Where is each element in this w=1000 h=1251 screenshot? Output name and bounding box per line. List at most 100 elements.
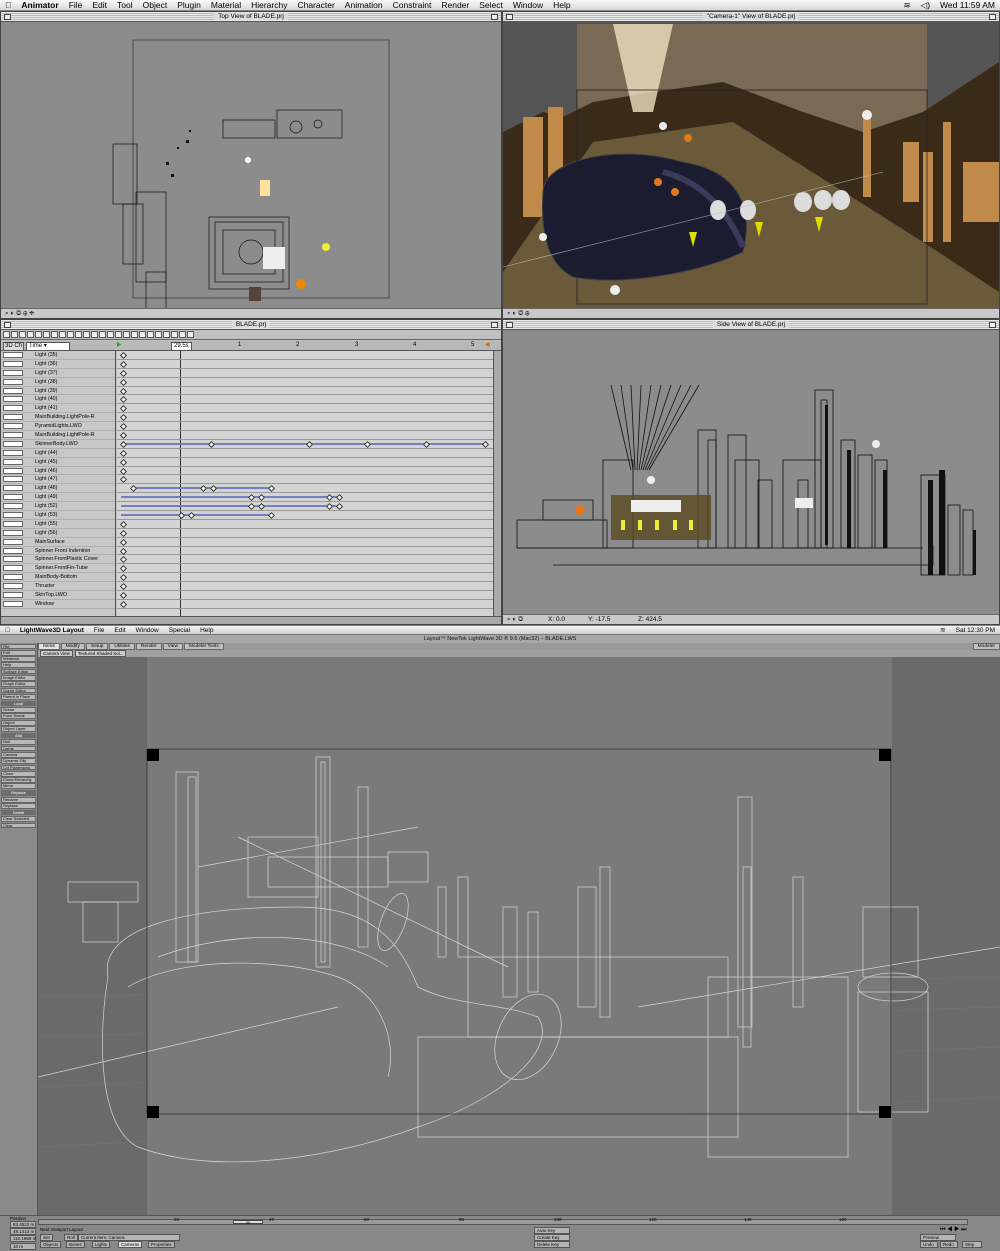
menu-select[interactable]: Select <box>474 0 508 10</box>
sidebar-button-edit[interactable]: Edit <box>1 649 36 656</box>
lw-menu-edit[interactable]: Edit <box>109 627 130 634</box>
keyframe-diamond-icon[interactable] <box>119 467 128 475</box>
menu-window[interactable]: Window <box>508 0 548 10</box>
track-row[interactable]: MainBuilding.LightPole-R <box>1 431 115 440</box>
volume-icon[interactable]: ◁) <box>916 0 935 11</box>
track-visibility-checkboxes[interactable] <box>3 583 23 590</box>
channel-mode[interactable]: 3D Ch <box>3 342 25 351</box>
track-row[interactable]: Light (56) <box>1 529 115 538</box>
track-visibility-checkboxes[interactable] <box>3 485 23 492</box>
tab-setup[interactable]: Setup <box>85 643 109 650</box>
track-row[interactable]: Light (46) <box>1 467 115 476</box>
track-row[interactable]: Spinner Front Indention <box>1 547 115 556</box>
lw-menu-special[interactable]: Special <box>164 627 195 634</box>
tool-icon[interactable] <box>187 331 194 338</box>
close-box-icon[interactable] <box>506 14 513 20</box>
keyframe-row[interactable] <box>117 351 493 360</box>
track-visibility-checkboxes[interactable] <box>3 547 23 554</box>
track-visibility-checkboxes[interactable] <box>3 565 23 572</box>
tool-icon[interactable] <box>51 331 58 338</box>
zoom-box-icon[interactable] <box>989 14 996 20</box>
lw-menu-file[interactable]: File <box>89 627 109 634</box>
track-row[interactable]: Thruster <box>1 582 115 592</box>
tool-icon[interactable] <box>99 331 106 338</box>
keyframe-diamond-icon[interactable] <box>119 529 128 537</box>
bones-tab[interactable]: Bones <box>66 1241 85 1248</box>
close-box-icon[interactable] <box>4 14 11 20</box>
apple-icon[interactable]:  <box>0 0 16 10</box>
add-clone-button[interactable]: Clone <box>1 770 36 777</box>
tool-icon[interactable] <box>123 331 130 338</box>
track-visibility-checkboxes[interactable] <box>3 449 23 456</box>
tool-icon[interactable] <box>83 331 90 338</box>
time-dropdown[interactable]: Time ▾ <box>26 342 70 351</box>
keyframe-row[interactable] <box>117 502 493 512</box>
track-visibility-checkboxes[interactable] <box>3 396 23 403</box>
current-time-field[interactable]: 29.5s <box>171 342 192 351</box>
track-row[interactable]: Light (47) <box>1 475 115 485</box>
lw-camera-viewport[interactable] <box>38 657 1000 1215</box>
keyframe-row[interactable] <box>117 360 493 369</box>
track-row[interactable]: Light (39) <box>1 387 115 396</box>
tool-icon[interactable] <box>35 331 42 338</box>
track-visibility-checkboxes[interactable] <box>3 458 23 465</box>
track-row[interactable]: MainSurface <box>1 538 115 547</box>
sidebar-button-file[interactable]: File <box>1 643 36 650</box>
delete-key-button[interactable]: Delete Key <box>534 1241 570 1248</box>
keyframe-row[interactable] <box>117 395 493 405</box>
track-row[interactable]: SkinnerBody.LWO <box>1 440 115 449</box>
rename-button[interactable]: Rename <box>1 796 36 803</box>
keyframe-row[interactable] <box>117 600 493 609</box>
track-visibility-checkboxes[interactable] <box>3 360 23 367</box>
keyframe-diamond-icon[interactable] <box>119 520 128 528</box>
keyframe-diamond-icon[interactable] <box>119 378 128 386</box>
clear-button[interactable]: Clear <box>1 822 36 829</box>
track-row[interactable]: Light (55) <box>1 520 115 529</box>
app-name[interactable]: Animator <box>16 0 63 10</box>
keyframe-row[interactable] <box>117 449 493 458</box>
top-view-titlebar[interactable]: Top View of BLADE.prj <box>1 12 501 22</box>
menu-object[interactable]: Object <box>138 0 173 10</box>
keyframe-diamond-icon[interactable] <box>267 511 276 520</box>
replace-button[interactable]: Replace <box>1 803 36 809</box>
keyframe-row[interactable] <box>117 387 493 396</box>
load-object-layer-button[interactable]: Object Layer <box>1 726 36 732</box>
menu-file[interactable]: File <box>64 0 88 10</box>
sidebar-button-image-editor[interactable]: Image Editor <box>1 674 36 681</box>
preview-button[interactable]: Preview <box>920 1234 956 1241</box>
add-camera-button[interactable]: Camera <box>1 751 36 758</box>
track-row[interactable]: Light (49) <box>1 493 115 503</box>
keyframe-diamond-icon[interactable] <box>119 538 128 546</box>
side-view-titlebar[interactable]: Side View of BLADE.prj <box>503 320 999 330</box>
zoom-box-icon[interactable] <box>491 14 498 20</box>
keyframe-row[interactable] <box>117 564 493 574</box>
tab-utilities[interactable]: Utilities <box>109 643 135 650</box>
menu-render[interactable]: Render <box>436 0 474 10</box>
keyframe-diamond-icon[interactable] <box>119 556 128 564</box>
keyframe-diamond-icon[interactable] <box>481 440 490 448</box>
tool-icon[interactable] <box>107 331 114 338</box>
load-scene-button[interactable]: Scene <box>1 707 36 713</box>
keyframe-row[interactable] <box>117 404 493 414</box>
objects-tab[interactable]: Objects <box>40 1241 62 1248</box>
track-row[interactable]: PyramidLights.LWO <box>1 422 115 432</box>
menu-constraint[interactable]: Constraint <box>388 0 437 10</box>
viewport-layout-label[interactable]: Next Viewport Layout <box>40 1227 83 1232</box>
tool-icon[interactable] <box>3 331 10 338</box>
menu-plugin[interactable]: Plugin <box>172 0 206 10</box>
tool-icon[interactable] <box>91 331 98 338</box>
track-visibility-checkboxes[interactable] <box>3 592 23 599</box>
keyframe-diamond-icon[interactable] <box>119 449 128 457</box>
top-view-canvas[interactable] <box>1 22 501 308</box>
menu-hierarchy[interactable]: Hierarchy <box>246 0 292 10</box>
side-tools-icon[interactable]: ⌕ ◐ ◎ <box>507 616 523 623</box>
tool-icon[interactable] <box>19 331 26 338</box>
keyframe-diamond-icon[interactable] <box>119 583 128 591</box>
camera-view-titlebar[interactable]: "Camera-1" View of BLADE.prj <box>503 12 999 22</box>
load-object-button[interactable]: Object <box>1 719 36 726</box>
menu-animation[interactable]: Animation <box>340 0 388 10</box>
keyframe-diamond-icon[interactable] <box>119 565 128 573</box>
keyframe-row[interactable] <box>117 573 493 583</box>
keyframe-area[interactable] <box>117 351 493 616</box>
sidebar-button-surface-editor[interactable]: Surface Editor <box>1 668 36 675</box>
